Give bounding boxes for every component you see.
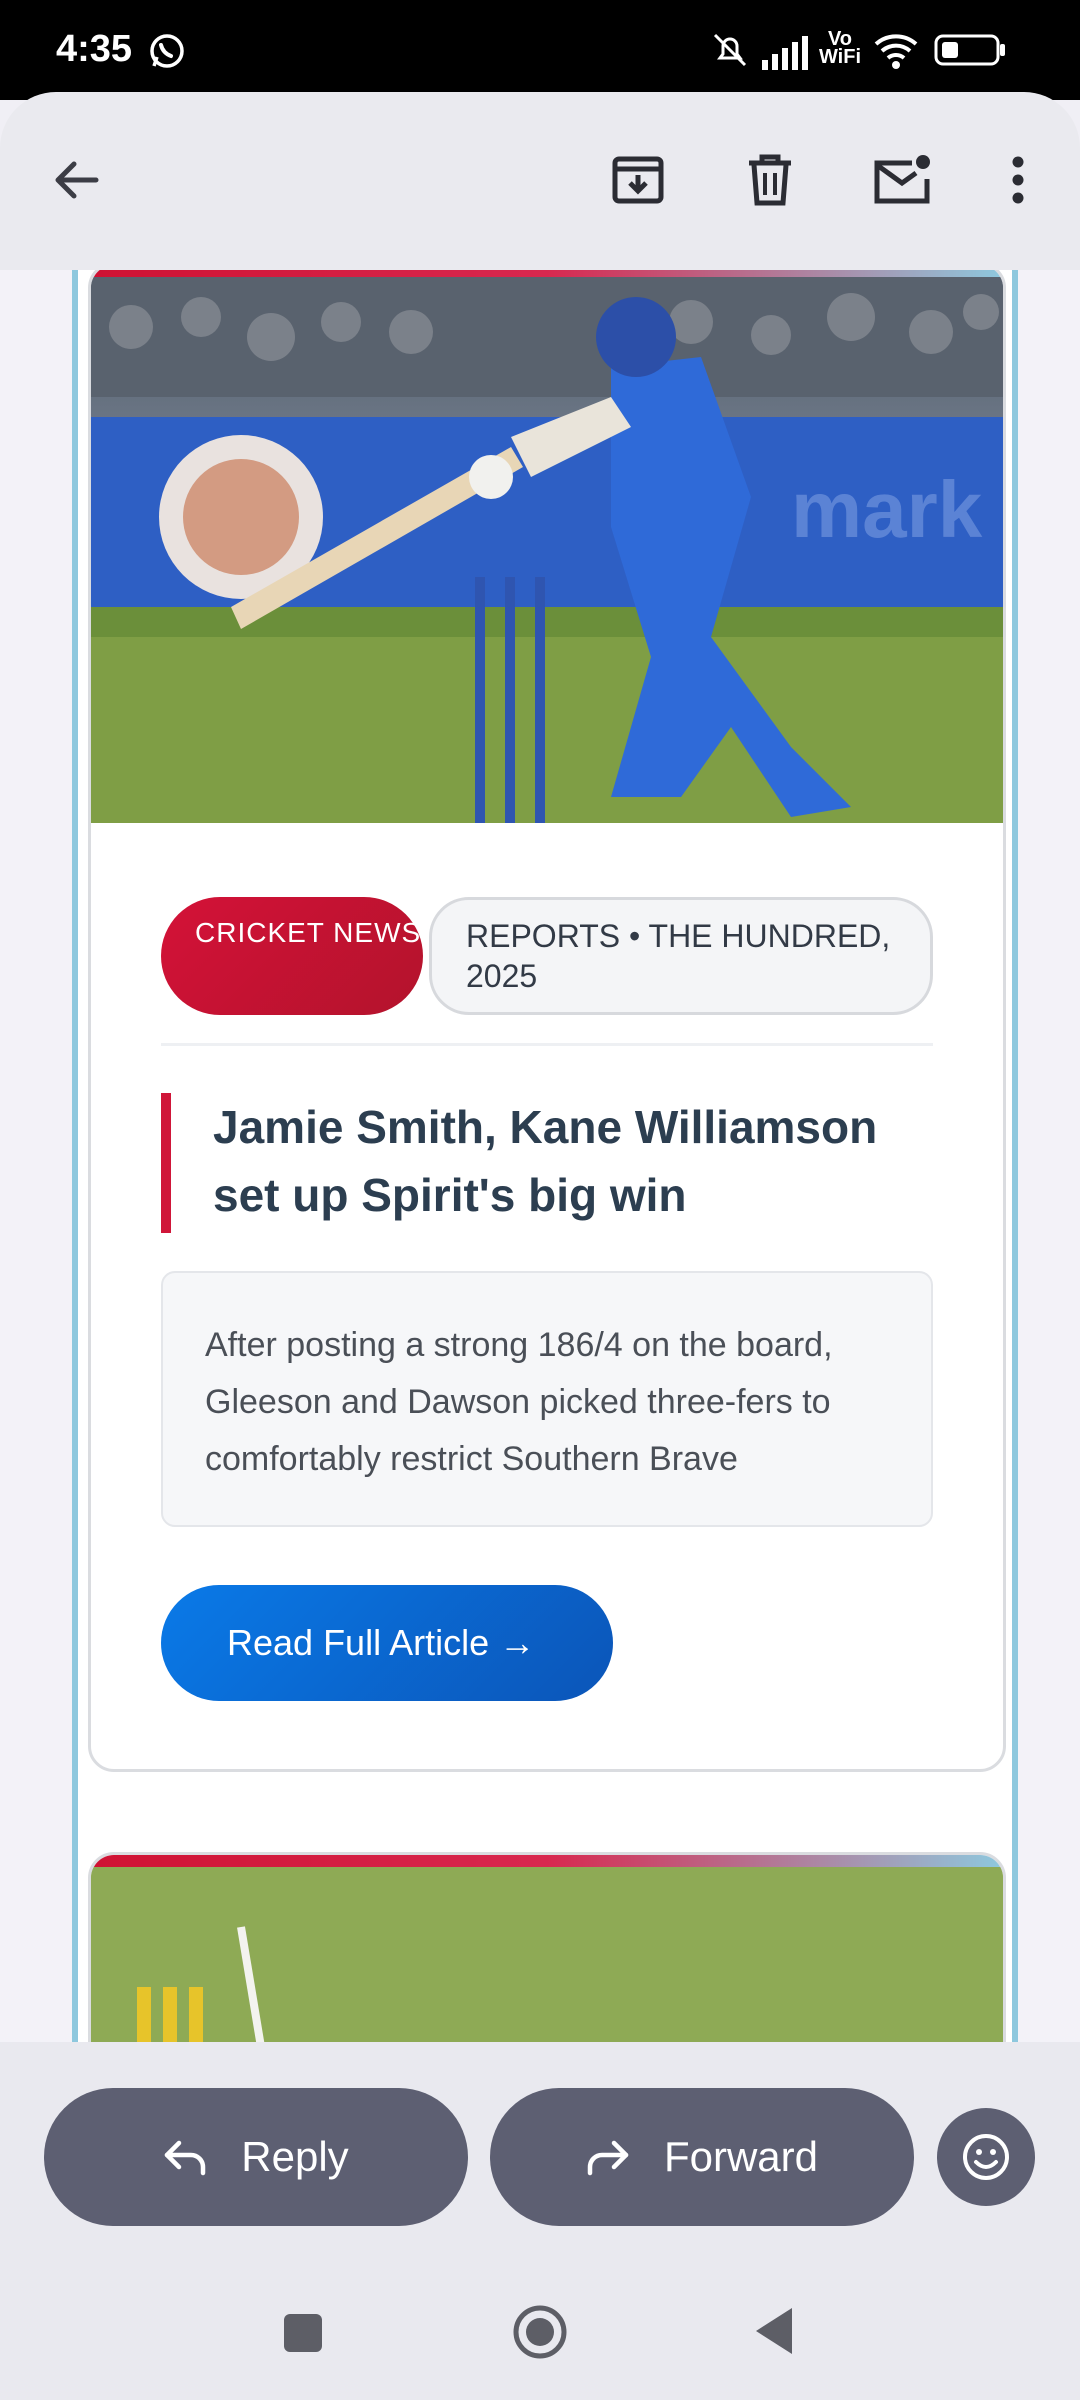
article-card: mark CRICKET NEWS REPORTS • THE HUNDRED,… — [88, 270, 1006, 1772]
vowifi-label: Vo WiFi — [818, 28, 862, 68]
back-arrow-icon — [50, 154, 102, 211]
status-bar: 4:35 Vo WiFi — [0, 0, 1080, 100]
archive-button[interactable] — [598, 142, 678, 222]
whatsapp-icon — [148, 32, 186, 75]
reply-button[interactable]: Reply — [44, 2088, 468, 2226]
back-nav-button[interactable] — [752, 2306, 796, 2361]
article-tags: CRICKET NEWS REPORTS • THE HUNDRED, 2025 — [161, 897, 933, 1017]
svg-text:mark: mark — [791, 465, 983, 554]
article-summary: After posting a strong 186/4 on the boar… — [161, 1271, 933, 1527]
status-icons: Vo WiFi — [710, 28, 1040, 75]
mute-icon — [710, 30, 750, 75]
divider — [161, 1043, 933, 1046]
emoji-reaction-button[interactable] — [937, 2108, 1035, 2206]
section-tag[interactable]: REPORTS • THE HUNDRED, 2025 — [429, 897, 933, 1015]
mark-unread-button[interactable] — [862, 142, 942, 222]
forward-icon — [587, 2140, 629, 2176]
card-accent-line — [91, 270, 1003, 277]
battery-icon — [934, 34, 1006, 71]
next-article-image[interactable] — [91, 1867, 1003, 2042]
forward-label: Forward — [663, 2133, 819, 2180]
system-navigation-bar — [0, 2262, 1080, 2400]
back-button[interactable] — [36, 142, 116, 222]
more-options-button[interactable] — [978, 142, 1058, 222]
signal-icon — [762, 36, 810, 75]
reply-label: Reply — [241, 2133, 349, 2180]
reply-icon — [165, 2140, 206, 2176]
home-button[interactable] — [510, 2302, 570, 2367]
email-body[interactable]: mark CRICKET NEWS REPORTS • THE HUNDRED,… — [0, 270, 1080, 2042]
article-hero-image[interactable]: mark — [91, 277, 1003, 823]
recents-button[interactable] — [282, 2312, 324, 2359]
status-time: 4:35 — [56, 28, 133, 70]
emoji-icon — [963, 2134, 1009, 2180]
article-headline: Jamie Smith, Kane Williamson set up Spir… — [161, 1093, 933, 1233]
reply-action-bar: Reply Forward — [0, 2042, 1080, 2262]
forward-button[interactable]: Forward — [490, 2088, 914, 2226]
more-icon — [1011, 155, 1025, 210]
read-full-article-button[interactable]: Read Full Article → — [161, 1585, 613, 1701]
archive-icon — [611, 153, 665, 212]
newsletter-frame: mark CRICKET NEWS REPORTS • THE HUNDRED,… — [72, 270, 1018, 2042]
email-toolbar — [0, 92, 1080, 270]
card-accent-line — [91, 1855, 1003, 1867]
next-article-card — [88, 1852, 1006, 2042]
mark-unread-icon — [872, 153, 932, 212]
delete-button[interactable] — [730, 142, 810, 222]
delete-icon — [745, 153, 795, 212]
wifi-icon — [874, 32, 918, 75]
category-tag[interactable]: CRICKET NEWS — [161, 897, 423, 1015]
